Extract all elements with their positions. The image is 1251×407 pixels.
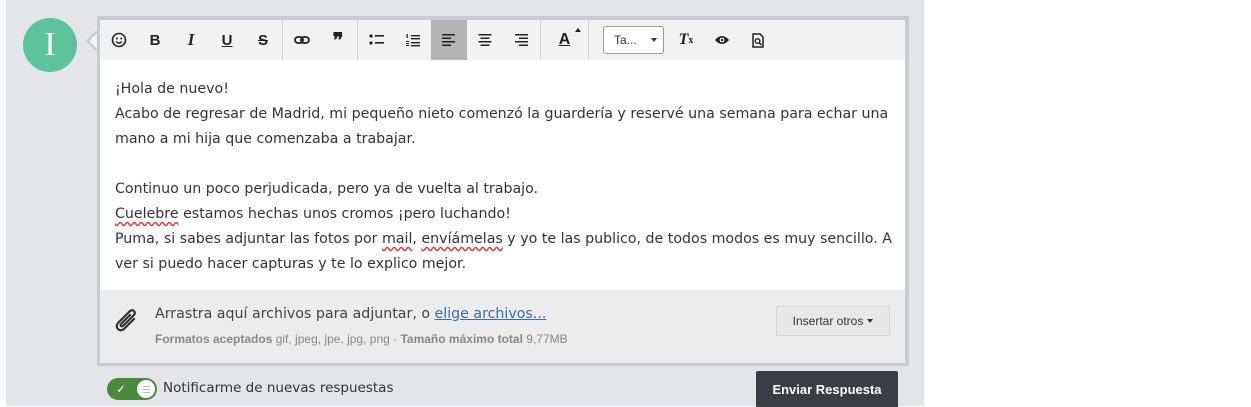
toggle-knob — [137, 380, 155, 398]
fullscreen-preview-button[interactable] — [740, 20, 776, 60]
text-line: Cuelebre estamos hechas unos cromos ¡per… — [115, 202, 890, 227]
align-left-button[interactable] — [431, 20, 467, 60]
emoji-button[interactable] — [101, 20, 137, 60]
link-icon — [294, 36, 310, 44]
text-span: estamos hechas unos cromos ¡pero luchand… — [178, 206, 511, 222]
editor-content[interactable]: ¡Hola de nuevo! Acabo de regresar de Mad… — [100, 60, 905, 290]
toolbar-group-paragraph — [358, 20, 541, 60]
avatar: I — [23, 18, 77, 72]
notify-label: Notificarme de nuevas respuestas — [163, 380, 394, 396]
toolbar-group-color: A — [541, 20, 589, 60]
strikethrough-icon: S — [257, 31, 268, 49]
text-line: ver si puedo hacer capturas y te lo expl… — [115, 256, 467, 272]
text-line: Acabo de regresar de Madrid, mi pequeño … — [115, 106, 889, 122]
underline-icon: U — [221, 31, 233, 49]
quote-icon: ❞ — [332, 29, 344, 52]
text-color-button[interactable]: A — [547, 20, 583, 60]
max-size-value: 9,77MB — [522, 332, 568, 346]
underline-button[interactable]: U — [209, 20, 245, 60]
bold-icon: B — [149, 31, 161, 49]
paperclip-icon — [115, 309, 136, 332]
send-reply-label: Enviar Respuesta — [772, 381, 882, 397]
align-right-icon — [515, 34, 528, 46]
misspelled-word: envíámelas — [421, 231, 503, 247]
caret-icon — [574, 28, 581, 32]
text-color-icon: A — [558, 31, 571, 48]
bold-button[interactable]: B — [137, 20, 173, 60]
text-line: Puma, si sabes adjuntar las fotos por ma… — [115, 227, 892, 252]
strikethrough-button[interactable]: S — [245, 20, 281, 60]
bullet-list-icon — [369, 34, 384, 45]
toolbar-group-insert: ❞ — [283, 20, 358, 60]
italic-icon: I — [187, 30, 195, 49]
insert-other-label: Insertar otros — [792, 314, 864, 328]
preview-button[interactable] — [704, 20, 740, 60]
chevron-down-icon — [867, 319, 874, 323]
formats-value: gif, jpeg, jpe, jpg, png · — [272, 332, 401, 346]
align-left-icon — [442, 34, 455, 46]
formats-label: Formatos aceptados — [155, 332, 273, 346]
preview-icon — [715, 36, 729, 44]
insert-other-button[interactable]: Insertar otros — [776, 306, 890, 336]
text-line: ¡Hola de nuevo! — [115, 81, 229, 97]
max-size-label: Tamaño máximo total — [400, 332, 523, 346]
reply-editor: B I U S ❞ A Ta... T x ¡Hola de nuevo! Ac… — [97, 16, 909, 366]
numbered-list-icon — [406, 34, 420, 47]
attachment-text: Arrastra aquí archivos para adjuntar, o — [155, 306, 435, 322]
bullet-list-button[interactable] — [359, 20, 395, 60]
font-size-value: Ta... — [614, 33, 637, 47]
send-reply-button[interactable]: Enviar Respuesta — [756, 371, 898, 407]
clear-format-icon: T — [678, 31, 689, 48]
notify-toggle[interactable]: ✓ — [107, 378, 157, 400]
text-span: Puma, si sabes adjuntar las fotos por — [115, 231, 383, 247]
editor-toolbar: B I U S ❞ A Ta... T x — [100, 20, 905, 60]
align-right-button[interactable] — [503, 20, 539, 60]
attachment-constraints: Formatos aceptados gif, jpeg, jpe, jpg, … — [155, 332, 568, 346]
text-span: y yo te las publico, de todos modos es m… — [502, 231, 892, 247]
numbered-list-button[interactable] — [395, 20, 431, 60]
align-center-button[interactable] — [467, 20, 503, 60]
misspelled-word: Cuelebre — [115, 206, 179, 222]
attachment-dropzone[interactable]: Arrastra aquí archivos para adjuntar, o … — [100, 290, 905, 363]
emoji-icon — [111, 32, 127, 48]
choose-files-link[interactable]: elige archivos... — [435, 306, 547, 322]
check-icon: ✓ — [116, 382, 127, 396]
chevron-down-icon — [651, 38, 657, 42]
attachment-instructions: Arrastra aquí archivos para adjuntar, o … — [155, 306, 546, 322]
fullscreen-preview-icon — [752, 32, 764, 48]
clear-format-x: x — [688, 34, 694, 46]
align-center-icon — [478, 34, 492, 46]
text-line: Continuo un poco perjudicada, pero ya de… — [115, 181, 539, 197]
avatar-initial: I — [44, 26, 56, 63]
clear-format-button[interactable]: Tx — [668, 20, 704, 60]
font-size-select[interactable]: Ta... — [603, 26, 664, 54]
link-button[interactable] — [284, 20, 320, 60]
text-line: mano a mi hija que comenzaba a trabajar. — [115, 131, 416, 147]
quote-button[interactable]: ❞ — [320, 20, 356, 60]
toolbar-group-format: B I U S — [100, 20, 283, 60]
italic-button[interactable]: I — [173, 20, 209, 60]
misspelled-word: mail — [382, 231, 413, 247]
toolbar-group-misc: Ta... Tx — [589, 20, 777, 60]
